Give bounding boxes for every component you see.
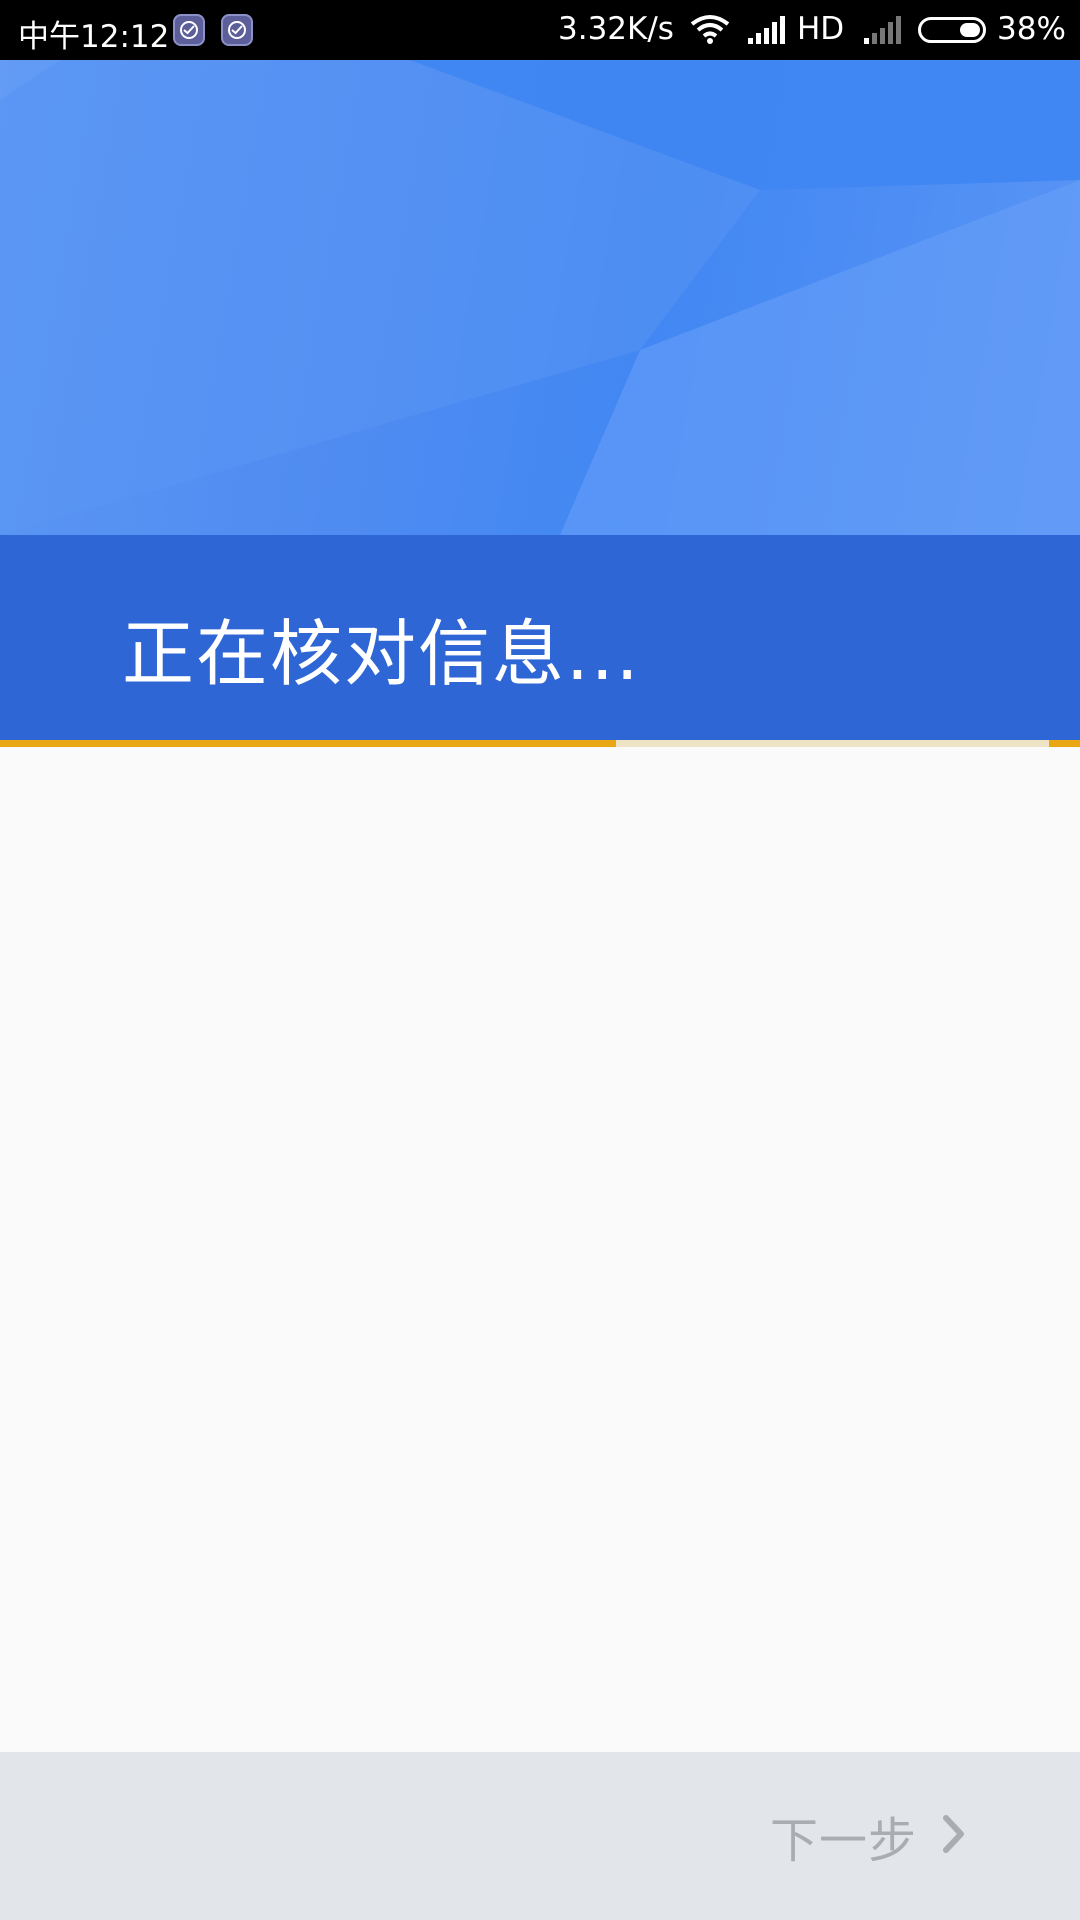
chevron-right-icon xyxy=(943,1815,965,1857)
progress-bar-remainder xyxy=(616,740,1049,747)
cell-signal-icon xyxy=(748,16,786,52)
content-area xyxy=(0,747,1080,1752)
wifi-icon xyxy=(690,14,730,52)
next-button-label: 下一步 xyxy=(770,1813,918,1869)
progress-bar xyxy=(0,740,1080,747)
network-speed: 3.32K/s xyxy=(558,11,674,47)
next-button[interactable]: 下一步 xyxy=(750,1800,985,1872)
battery-icon xyxy=(918,17,986,43)
app-check-icon xyxy=(173,14,205,46)
progress-bar-fill xyxy=(0,740,616,747)
app-check-icon xyxy=(221,14,253,46)
cell-signal-2-icon xyxy=(864,16,902,52)
status-time: 中午12:12 xyxy=(18,19,170,55)
page-title: 正在核对信息... xyxy=(122,612,641,696)
network-type: HD xyxy=(797,11,845,47)
screen: 中午12:12 3.32K/s HD 38% 正在核对信息... 下一步 xyxy=(0,0,1080,1920)
header-banner-art xyxy=(0,60,1080,535)
battery-percent: 38% xyxy=(997,11,1066,47)
status-bar: 中午12:12 3.32K/s HD 38% xyxy=(0,0,1080,60)
